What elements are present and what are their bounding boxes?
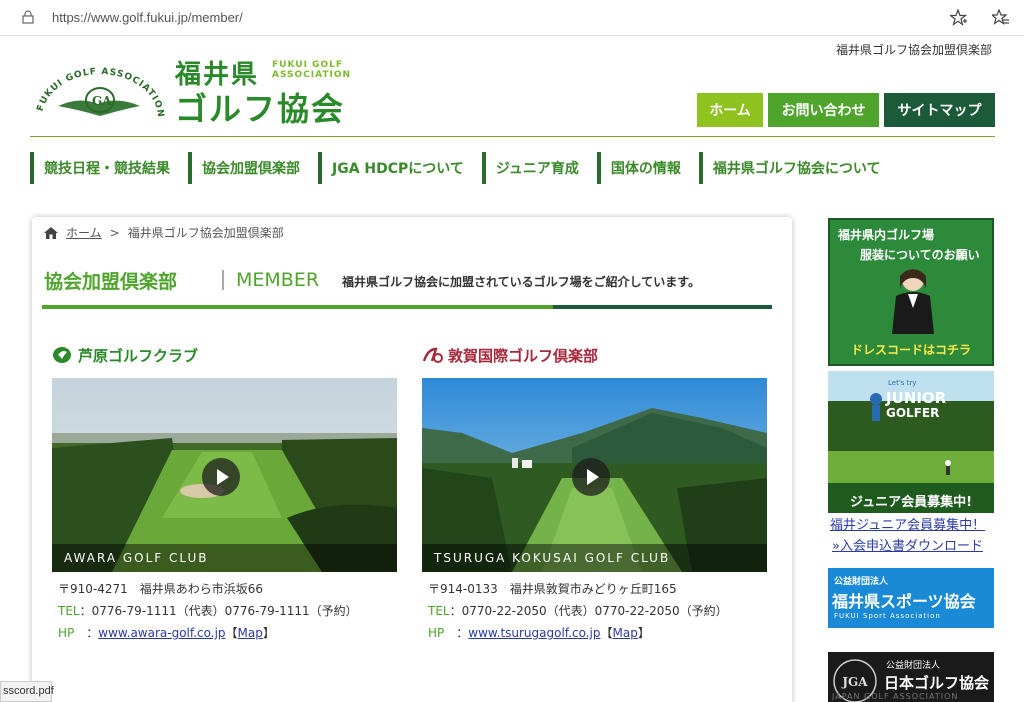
club-name-text: 芦原ゴルフクラブ xyxy=(78,346,199,365)
section-underline xyxy=(42,305,772,309)
club-website-link[interactable]: www.tsurugagolf.co.jp xyxy=(468,626,600,640)
global-nav: 競技日程・競技結果 協会加盟倶楽部 JGA HDCPについて ジュニア育成 国体… xyxy=(30,152,899,184)
map-bracket-open: 【 xyxy=(225,626,238,640)
jga-logo-text: JGA xyxy=(841,675,868,689)
dress-banner-line1: 福井県内ゴルフ場 xyxy=(838,228,935,242)
sports-banner-en: FUKUI Sport Association xyxy=(834,612,941,620)
breadcrumb: ホーム > 福井県ゴルフ協会加盟倶楽部 xyxy=(44,224,284,241)
nav-item-jga-hdcp[interactable]: JGA HDCPについて xyxy=(318,152,482,184)
download-status-chip[interactable]: sscord.pdf xyxy=(0,681,54,702)
club-tel: ：0770-22-2050（代表）0770-22-2050（予約） xyxy=(449,604,728,618)
club-video-thumbnail[interactable]: AWARA GOLF CLUB xyxy=(52,378,397,572)
home-icon xyxy=(44,226,58,239)
tel-label: TEL xyxy=(58,604,80,618)
club-name[interactable]: 芦原ゴルフクラブ xyxy=(52,344,397,366)
section-title-english: MEMBER xyxy=(236,269,320,291)
add-favorite-icon[interactable] xyxy=(950,9,968,27)
association-emblem-icon: FUKUI GOLF ASSOCIATION GA xyxy=(36,67,164,119)
club-info: 〒914-0133 福井県敦賀市みどりヶ丘町165 TEL：0770-22-20… xyxy=(422,578,767,644)
nav-item-about[interactable]: 福井県ゴルフ協会について xyxy=(698,152,899,184)
hp-label: HP xyxy=(58,626,75,640)
breadcrumb-home-link[interactable]: ホーム xyxy=(66,224,102,241)
breadcrumb-current: 福井県ゴルフ協会加盟倶楽部 xyxy=(127,226,284,240)
sports-banner-small: 公益財団法人 xyxy=(834,577,889,587)
page-info-icon[interactable] xyxy=(22,10,34,24)
map-bracket-close: 】 xyxy=(262,626,275,640)
section-title-divider xyxy=(222,270,224,290)
club-address: 〒914-0133 福井県敦賀市みどりヶ丘町165 xyxy=(428,582,677,596)
dress-code-banner[interactable]: 福井県内ゴルフ場 服装についてのお願い ドレスコードはコチラ xyxy=(828,218,994,366)
tsuruga-club-logo-icon xyxy=(422,347,443,363)
club-hp-row: HP ：www.awara-golf.co.jp【Map】 xyxy=(58,622,397,644)
club-name[interactable]: 敦賀国際ゴルフ倶楽部 xyxy=(422,344,767,366)
breadcrumb-separator: > xyxy=(109,225,120,240)
application-download-link[interactable]: »入会申込書ダウンロード xyxy=(832,535,983,554)
nav-item-kokutai[interactable]: 国体の情報 xyxy=(596,152,699,184)
url-text[interactable]: https://www.golf.fukui.jp/member/ xyxy=(52,10,243,25)
club-photo-caption: AWARA GOLF CLUB xyxy=(52,544,397,572)
dress-banner-cta: ドレスコードはコチラ xyxy=(850,343,971,357)
map-bracket-close: 】 xyxy=(637,626,650,640)
nav-item-junior[interactable]: ジュニア育成 xyxy=(481,152,597,184)
junior-banner-cta: ジュニア会員募集中! xyxy=(850,494,972,510)
header-top-note: 福井県ゴルフ協会加盟倶楽部 xyxy=(835,43,992,57)
jga-banner-en: JAPAN GOLF ASSOCIATION xyxy=(832,692,959,701)
tel-label: TEL xyxy=(428,604,450,618)
club-tel-row: TEL：0776-79-1111（代表）0776-79-1111（予約） xyxy=(58,600,397,622)
sports-banner-title: 福井県スポーツ協会 xyxy=(832,592,976,611)
nav-item-schedule[interactable]: 競技日程・競技結果 xyxy=(30,152,188,184)
browser-toolbar: https://www.golf.fukui.jp/member/ xyxy=(0,0,1024,36)
section-title: 協会加盟倶楽部 xyxy=(44,271,178,293)
club-video-thumbnail[interactable]: TSURUGA KOKUSAI GOLF CLUB xyxy=(422,378,767,572)
awara-club-logo-icon xyxy=(53,347,71,363)
club-hp-row: HP ：www.tsurugagolf.co.jp【Map】 xyxy=(428,622,767,644)
hp-separator: ： xyxy=(444,626,469,640)
dress-banner-line2: 服装についてのお願い xyxy=(860,248,980,262)
main-content: ホーム > 福井県ゴルフ協会加盟倶楽部 協会加盟倶楽部 MEMBER 福井県ゴル… xyxy=(32,217,792,702)
logo-en-line1: FUKUI GOLF xyxy=(272,60,343,70)
club-website-link[interactable]: www.awara-golf.co.jp xyxy=(98,626,225,640)
hp-separator: ： xyxy=(74,626,99,640)
junior-recruit-banner[interactable]: Let's try JUNIOR GOLFER ジュニア会員募集中! xyxy=(828,371,994,513)
club-card-tsuruga: 敦賀国際ゴルフ倶楽部 TSURUGA KOKUSAI GOLF CLUB 〒91… xyxy=(422,344,767,644)
site-logo[interactable]: FUKUI GOLF ASSOCIATION GA 福井県 FUKUI GOLF… xyxy=(30,52,370,132)
club-info: 〒910-4271 福井県あわら市浜坂66 TEL：0776-79-1111（代… xyxy=(52,578,397,644)
junior-banner-title1: JUNIOR xyxy=(885,389,947,407)
junior-banner-small: Let's try xyxy=(888,379,916,387)
staff-bowing-illustration xyxy=(892,269,934,334)
contact-button[interactable]: お問い合わせ xyxy=(768,93,879,127)
jga-banner-title: 日本ゴルフ協会 xyxy=(884,674,990,692)
home-button[interactable]: ホーム xyxy=(697,93,763,127)
section-description: 福井県ゴルフ協会に加盟されているゴルフ場をご紹介しています。 xyxy=(342,275,701,289)
sitemap-button[interactable]: サイトマップ xyxy=(884,93,995,127)
header-divider xyxy=(30,136,995,137)
address-bar[interactable]: https://www.golf.fukui.jp/member/ xyxy=(8,6,978,30)
play-video-button[interactable] xyxy=(202,458,240,496)
club-tel: ：0776-79-1111（代表）0776-79-1111（予約） xyxy=(79,604,358,618)
club-map-link[interactable]: Map xyxy=(238,626,263,640)
logo-en-line2: ASSOCIATION xyxy=(272,70,352,80)
logo-text-english: FUKUI GOLF ASSOCIATION xyxy=(272,60,351,80)
club-tel-row: TEL：0770-22-2050（代表）0770-22-2050（予約） xyxy=(428,600,767,622)
hp-label: HP xyxy=(428,626,445,640)
map-bracket-open: 【 xyxy=(600,626,613,640)
logo-text-association: ゴルフ協会 xyxy=(175,90,346,128)
club-card-awara: 芦原ゴルフクラブ AWARA GOLF CLUB 〒910-4271 福井県あわ… xyxy=(52,344,397,644)
club-name-text: 敦賀国際ゴルフ倶楽部 xyxy=(448,346,599,365)
jga-banner-small: 公益財団法人 xyxy=(886,661,941,671)
junior-golf-photo: Let's try JUNIOR GOLFER ジュニア会員募集中! xyxy=(828,371,994,513)
jga-banner[interactable]: JGA 公益財団法人 日本ゴルフ協会 JAPAN GOLF ASSOCIATIO… xyxy=(828,652,994,702)
nav-item-member-clubs[interactable]: 協会加盟倶楽部 xyxy=(188,152,318,184)
club-address: 〒910-4271 福井県あわら市浜坂66 xyxy=(58,582,264,596)
junior-member-link[interactable]: 福井ジュニア会員募集中！ xyxy=(830,514,985,533)
junior-banner-title2: GOLFER xyxy=(886,406,939,420)
sports-association-banner[interactable]: 公益財団法人 福井県スポーツ協会 FUKUI Sport Association xyxy=(828,568,994,628)
favorites-icon[interactable] xyxy=(992,9,1010,27)
svg-text:GA: GA xyxy=(92,94,112,108)
play-video-button[interactable] xyxy=(572,458,610,496)
club-map-link[interactable]: Map xyxy=(612,626,637,640)
club-photo-caption: TSURUGA KOKUSAI GOLF CLUB xyxy=(422,544,767,572)
